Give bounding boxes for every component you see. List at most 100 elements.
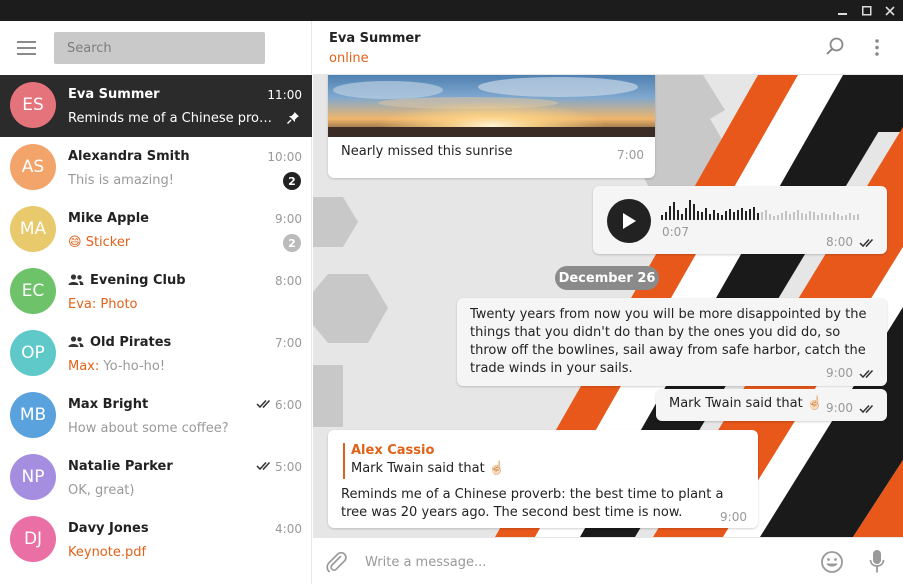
message-text: Twenty years from now you will be more d…	[470, 307, 867, 376]
maximize-icon	[862, 5, 872, 15]
waveform-bar	[801, 213, 803, 220]
sidebar: ES Eva Summer 11:00 Reminds me of a Chin…	[0, 21, 312, 584]
minimize-icon	[838, 12, 847, 15]
hamburger-icon[interactable]	[14, 36, 40, 60]
chat-main: Eva Summer online Nearly missed this sun…	[313, 21, 903, 584]
outgoing-message[interactable]: Mark Twain said that ☝🏻 9:00	[656, 389, 887, 421]
chat-preview: How about some coffee?	[68, 421, 229, 436]
close-button[interactable]	[878, 0, 902, 21]
voice-message[interactable]: 0:07 8:00	[593, 186, 887, 254]
search-input[interactable]	[54, 32, 265, 64]
group-icon	[68, 336, 84, 347]
chat-preview: OK, great)	[68, 483, 135, 498]
message-time: 8:00	[826, 235, 853, 249]
chat-item-eva-summer[interactable]: ES Eva Summer 11:00 Reminds me of a Chin…	[0, 75, 312, 137]
waveform-bar	[701, 212, 703, 220]
waveform-bar	[785, 211, 787, 220]
message-text: Nearly missed this sunrise	[341, 144, 513, 159]
chat-item-old-pirates[interactable]: OP Old Pirates 7:00 Max: Yo-ho-ho!	[0, 323, 312, 385]
message-composer	[313, 537, 903, 584]
waveform-bar	[753, 207, 755, 220]
waveform-bar	[833, 212, 835, 220]
minimize-button[interactable]	[831, 0, 855, 21]
outgoing-message[interactable]: Twenty years from now you will be more d…	[457, 298, 887, 386]
chat-status: online	[329, 51, 369, 66]
waveform-bar	[741, 208, 743, 220]
waveform-bar	[781, 213, 783, 220]
chat-time: 9:00	[275, 212, 302, 226]
waveform-bar	[845, 215, 847, 220]
chat-preview: Reminds me of a Chinese proverb: the bes…	[68, 111, 276, 126]
avatar: ES	[10, 82, 56, 128]
message-time: 7:00	[617, 148, 644, 162]
avatar: AS	[10, 144, 56, 190]
waveform-bar	[813, 212, 815, 220]
chat-preview-sender: Eva:	[68, 297, 97, 312]
photo-message[interactable]: Nearly missed this sunrise 7:00	[328, 75, 655, 178]
waveform-bar	[681, 214, 683, 220]
waveform-bar	[677, 210, 679, 220]
waveform-bar	[849, 213, 851, 220]
chat-time: 6:00	[275, 398, 302, 412]
avatar: EC	[10, 268, 56, 314]
sidebar-top-bar	[0, 21, 312, 75]
message-input[interactable]	[365, 550, 805, 574]
avatar: NP	[10, 454, 56, 500]
chat-item-evening-club[interactable]: EC Evening Club 8:00 Eva: Photo	[0, 261, 312, 323]
paperclip-icon[interactable]	[324, 550, 348, 574]
emoji-icon[interactable]	[820, 550, 844, 574]
waveform-bar	[777, 215, 779, 220]
maximize-button[interactable]	[855, 0, 879, 21]
waveform-bar	[761, 212, 763, 220]
waveform-bar	[809, 211, 811, 220]
waveform-bar	[773, 216, 775, 220]
voice-waveform	[661, 200, 859, 220]
waveform-bar	[685, 208, 687, 220]
waveform-bar	[669, 206, 671, 220]
message-time: 9:00	[826, 401, 853, 415]
chat-time: 11:00	[267, 88, 302, 102]
emoji-icon: 😄	[68, 235, 82, 250]
voice-duration: 0:07	[662, 225, 689, 239]
double-check-icon	[256, 399, 271, 409]
waveform-bar	[829, 215, 831, 220]
incoming-reply-message[interactable]: Alex Cassio Mark Twain said that ☝🏻 Remi…	[328, 430, 758, 528]
waveform-bar	[697, 211, 699, 220]
chat-preview-text: Sticker	[85, 235, 131, 250]
waveform-bar	[689, 200, 691, 220]
chat-name: Old Pirates	[68, 335, 171, 350]
chat-title[interactable]: Eva Summer	[329, 31, 421, 46]
chat-preview: Eva: Photo	[68, 297, 138, 312]
chat-preview-text: Yo-ho-ho!	[103, 359, 166, 374]
microphone-icon[interactable]	[869, 549, 885, 575]
waveform-bar	[817, 215, 819, 220]
unread-badge: 2	[283, 172, 301, 190]
chat-header: Eva Summer online	[313, 21, 903, 75]
chat-preview: Keynote.pdf	[68, 545, 147, 560]
pin-icon	[287, 112, 299, 124]
chat-time: 5:00	[275, 460, 302, 474]
chat-name: Natalie Parker	[68, 459, 173, 474]
chat-item-max-bright[interactable]: MB Max Bright 6:00 How about some coffee…	[0, 385, 312, 447]
search-icon[interactable]	[825, 37, 845, 57]
chat-item-davy-jones[interactable]: DJ Davy Jones 4:00 Keynote.pdf	[0, 509, 312, 571]
reply-author[interactable]: Alex Cassio	[351, 443, 434, 458]
chat-item-mike-apple[interactable]: MA Mike Apple 9:00 😄 Sticker 2	[0, 199, 312, 261]
chat-preview: This is amazing!	[68, 173, 174, 188]
waveform-bar	[673, 202, 675, 220]
sunrise-photo	[328, 75, 655, 137]
message-area[interactable]: Nearly missed this sunrise 7:00 0:07 8:0…	[313, 75, 903, 537]
chat-time: 4:00	[275, 522, 302, 536]
more-vertical-icon[interactable]	[869, 38, 885, 58]
chat-item-natalie-parker[interactable]: NP Natalie Parker 5:00 OK, great)	[0, 447, 312, 509]
chat-preview: 😄 Sticker	[68, 235, 130, 250]
waveform-bar	[765, 210, 767, 220]
reply-quote-bar	[343, 443, 345, 479]
waveform-bar	[721, 215, 723, 220]
waveform-bar	[733, 212, 735, 220]
chat-item-alexandra-smith[interactable]: AS Alexandra Smith 10:00 This is amazing…	[0, 137, 312, 199]
waveform-bar	[857, 214, 859, 220]
chat-time: 10:00	[267, 150, 302, 164]
play-button[interactable]	[607, 199, 651, 243]
waveform-bar	[769, 214, 771, 220]
